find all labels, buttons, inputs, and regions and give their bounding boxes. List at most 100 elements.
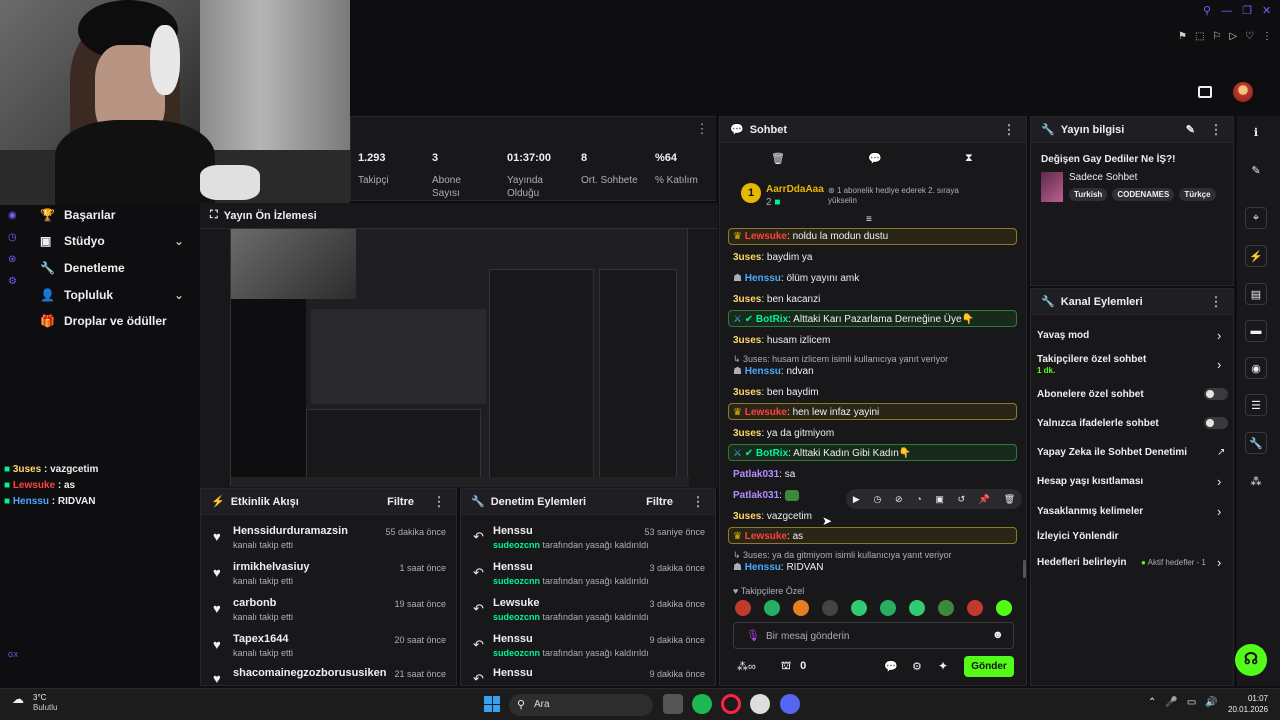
chevron-down-icon[interactable]: ⌄ xyxy=(174,288,184,302)
pinned-user[interactable]: AarrDdaAaa xyxy=(766,184,824,195)
chat-scrollbar[interactable] xyxy=(1023,560,1026,578)
info-icon[interactable]: ℹ xyxy=(1245,121,1267,143)
emote-icon[interactable] xyxy=(735,600,751,616)
emote-icon[interactable] xyxy=(764,600,780,616)
nav-achievements[interactable]: 🏆 Başarılar xyxy=(40,208,115,222)
discord-icon[interactable] xyxy=(780,694,800,714)
list-item[interactable]: ↶ Henssu sudeozcnn tarafından yasağı kaldı… xyxy=(461,561,715,597)
users-icon[interactable]: ⁂ xyxy=(1245,470,1267,492)
list-item[interactable]: ♥ carbonb kanalı takip etti 19 saat önce xyxy=(201,597,456,633)
opera-gx-icon[interactable] xyxy=(721,694,741,714)
chevron-right-icon[interactable]: › xyxy=(1217,474,1221,489)
emote-icon[interactable] xyxy=(967,600,983,616)
chat-icon[interactable]: 💬 xyxy=(868,152,882,165)
channel-points-icon[interactable]: ⁂∞ xyxy=(737,660,756,673)
emote-icon[interactable] xyxy=(822,600,838,616)
points-counter[interactable]: ⛫ 0 xyxy=(781,660,806,674)
emote-icon[interactable] xyxy=(851,600,867,616)
banned-words-row[interactable]: Yasaklanmış kelimeler xyxy=(1037,506,1143,517)
avatar[interactable] xyxy=(1233,82,1253,102)
chevron-right-icon[interactable]: › xyxy=(1217,328,1221,343)
subscribers-only-toggle[interactable] xyxy=(1204,388,1228,400)
stream-preview-video[interactable] xyxy=(230,228,689,487)
chat-message[interactable]: 3uses: vazgcetim xyxy=(733,511,812,522)
ai-moderation-row[interactable]: Yapay Zeka ile Sohbet Denetimi xyxy=(1037,447,1187,458)
chat-message[interactable]: 3uses: husam izlicem xyxy=(733,335,830,346)
tag[interactable]: CODENAMES xyxy=(1112,188,1175,201)
pin-icon[interactable]: 📌 xyxy=(979,494,990,505)
theatre-mode-icon[interactable] xyxy=(1198,86,1212,98)
play-icon[interactable]: ▶ xyxy=(853,494,860,505)
category-name[interactable]: Sadece Sohbet xyxy=(1069,172,1137,183)
chevron-down-icon[interactable]: ⌄ xyxy=(174,234,184,248)
reply-icon[interactable]: ◔ xyxy=(916,494,921,504)
ban-icon[interactable]: ⊘ xyxy=(895,494,903,505)
activity-menu-button[interactable]: ⋮ xyxy=(432,494,446,510)
chat-message[interactable]: 3uses: ya da gitmiyom xyxy=(733,428,834,439)
list-item[interactable]: ↶ Henssu sudeozcnn tarafından yasağı kaldı… xyxy=(461,525,715,561)
emote-only-toggle[interactable] xyxy=(1204,417,1228,429)
nav-community[interactable]: 👤 Topluluk xyxy=(40,288,113,302)
gear-icon[interactable]: ⚙ xyxy=(912,660,922,673)
copy-icon[interactable]: ▣ xyxy=(935,494,944,505)
chat-input[interactable]: 🎙 Bir mesaj gönderin ☻ xyxy=(733,622,1014,649)
emote-icon[interactable] xyxy=(996,600,1012,616)
layout-icon[interactable]: ☰ xyxy=(1245,394,1267,416)
emote-icon[interactable] xyxy=(793,600,809,616)
emoji-icon[interactable]: ☻ xyxy=(992,629,1004,641)
window-controls[interactable]: ⚲ — ❐ ✕ xyxy=(1203,4,1271,17)
list-item[interactable]: ♥ shacomainegzozborususiken 21 saat önce xyxy=(201,667,456,686)
chat-message[interactable]: ☗ Henssu: ndvan xyxy=(733,366,814,377)
chat-bubble-icon[interactable]: 💬 xyxy=(884,660,898,673)
chat-message[interactable]: ♛ Lewsuke: as xyxy=(733,531,803,542)
stream-info-menu-button[interactable]: ⋮ xyxy=(1209,122,1223,138)
chat-message[interactable]: ⚔ ✔ BotRix: Alttaki Karı Pazarlama Derne… xyxy=(733,314,974,325)
weather-widget[interactable]: 3°C Bulutlu xyxy=(33,693,57,713)
trash-icon[interactable]: 🗑 xyxy=(771,152,785,165)
chat-message[interactable]: Patlak031: xyxy=(733,490,799,501)
scroll-indicator-icon[interactable]: ≡ xyxy=(866,214,872,225)
chat-message[interactable]: ☗ Henssu: RIDVAN xyxy=(733,562,823,573)
list-item[interactable]: ↶ Lewsuke sudeozcnn tarafından yasağı kald… xyxy=(461,597,715,633)
list-item[interactable]: ↶ Henssu sudeozcnn tarafından yasağı kaldı… xyxy=(461,633,715,669)
nav-studio[interactable]: ▣ Stüdyo xyxy=(40,234,105,248)
chat-icon[interactable]: ▬ xyxy=(1245,320,1267,342)
followers-only-row[interactable]: Takipçilere özel sohbet xyxy=(1037,354,1146,365)
left-rail-icons[interactable]: ◉ ◷ ⊛ ⚙ xyxy=(8,205,17,293)
document-icon[interactable]: ▤ xyxy=(1245,283,1267,305)
undo-icon[interactable]: ↺ xyxy=(958,494,966,505)
slow-mode-row[interactable]: Yavaş mod xyxy=(1037,330,1089,341)
taskbar-search[interactable]: ⚲ Ara xyxy=(509,694,653,716)
list-item[interactable]: ↶ Henssu 9 dakika önce xyxy=(461,667,715,686)
target-icon[interactable]: ⌖ xyxy=(1245,207,1267,229)
pencil-icon[interactable]: ✎ xyxy=(1245,159,1267,181)
timeout-icon[interactable]: ◷ xyxy=(873,494,881,505)
list-item[interactable]: ♥ Henssidurduramazsin kanalı takip etti 55 … xyxy=(201,525,456,561)
emote-icon[interactable] xyxy=(938,600,954,616)
chat-message[interactable]: ♛ Lewsuke: noldu la modun dustu xyxy=(733,231,888,242)
chevron-right-icon[interactable]: › xyxy=(1217,357,1221,372)
support-headset-icon[interactable]: ☊ xyxy=(1235,644,1267,676)
chat-message[interactable]: 3uses: baydim ya xyxy=(733,252,813,263)
system-tray-icons[interactable]: ⌃🎤▭🔊 xyxy=(1148,697,1227,708)
puzzle-icon[interactable]: ✦ xyxy=(938,659,948,673)
delete-icon[interactable]: 🗑 xyxy=(1004,494,1015,505)
emote-icon[interactable] xyxy=(880,600,896,616)
bolt-icon[interactable]: ⚡ xyxy=(1245,245,1267,267)
broadcast-icon[interactable]: ◉ xyxy=(1245,357,1267,379)
account-age-row[interactable]: Hesap yaşı kısıtlaması xyxy=(1037,476,1143,487)
chat-message[interactable]: ⚔ ✔ BotRix: Alttaki Kadın Gibi Kadın👇 xyxy=(733,448,911,459)
stats-menu-button[interactable]: ⋮ xyxy=(695,121,709,137)
hourglass-icon[interactable]: ⧗ xyxy=(965,152,973,165)
chat-menu-button[interactable]: ⋮ xyxy=(1002,122,1016,138)
wrench-icon[interactable]: 🔧 xyxy=(1245,432,1267,454)
browser-toolbar-icons[interactable]: ⚑⬚⚐▷♡⋮ xyxy=(1178,31,1280,42)
list-item[interactable]: ♥ Tapex1644 kanalı takip etti 20 saat önce xyxy=(201,633,456,669)
send-button[interactable]: Gönder xyxy=(964,656,1014,677)
steam-icon[interactable] xyxy=(750,694,770,714)
chevron-right-icon[interactable]: › xyxy=(1217,504,1221,519)
raid-row[interactable]: İzleyici Yönlendir xyxy=(1037,531,1119,542)
category-thumbnail[interactable] xyxy=(1041,172,1063,202)
edit-icon[interactable]: ✎ xyxy=(1186,123,1195,136)
chat-message[interactable]: Patlak031: sa xyxy=(733,469,795,480)
